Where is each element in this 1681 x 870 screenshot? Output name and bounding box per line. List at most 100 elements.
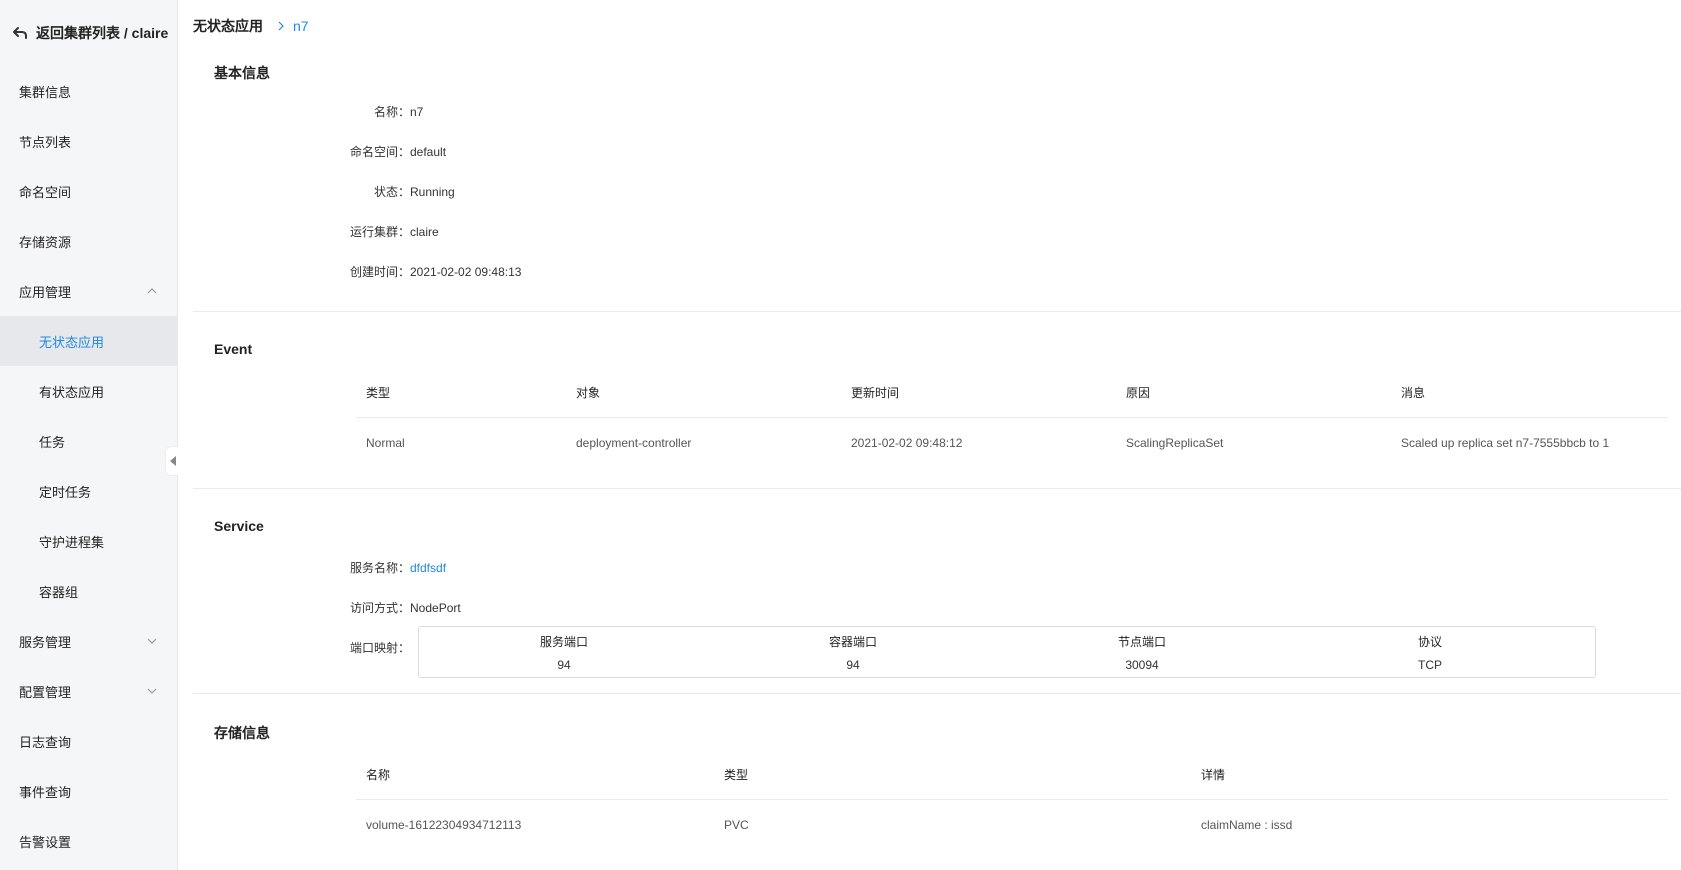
back-to-cluster-list[interactable]: 返回集群列表 / claire <box>0 0 177 66</box>
kv-port-mapping: 端口映射： <box>338 639 410 656</box>
caret-left-icon <box>169 456 176 466</box>
table-row: Normal deployment-controller 2021-02-02 … <box>356 418 1668 468</box>
column-header: 类型 <box>366 386 391 400</box>
sidebar-item-label: 容器组 <box>39 584 79 600</box>
sidebar-item-app-management[interactable]: 应用管理 <box>0 266 177 316</box>
divider <box>193 488 1681 489</box>
kv-status: 状态： Running <box>338 183 455 200</box>
sidebar-item-label: 任务 <box>39 434 66 450</box>
table-cell: PVC <box>724 818 749 832</box>
sidebar-item-label: 事件查询 <box>19 784 72 800</box>
kv-key: 服务名称： <box>349 561 410 575</box>
kv-key: 名称： <box>373 105 410 119</box>
sidebar-item-node-list[interactable]: 节点列表 <box>0 116 177 166</box>
sidebar-item-label: 节点列表 <box>19 134 72 150</box>
back-label: 返回集群列表 / claire <box>36 25 169 41</box>
table-cell: deployment-controller <box>576 436 692 450</box>
sidebar-item-label: 存储资源 <box>19 234 72 250</box>
kv-value: NodePort <box>410 600 461 615</box>
table-header: 名称 类型 详情 <box>356 750 1668 800</box>
port-value: 94 <box>846 658 860 672</box>
breadcrumb-current: n7 <box>293 18 309 34</box>
sidebar: 返回集群列表 / claire 集群信息 节点列表 命名空间 存储资源 应用管理… <box>0 0 178 870</box>
kv-namespace: 命名空间： default <box>338 143 446 160</box>
column-header: 更新时间 <box>851 386 900 400</box>
sidebar-item-deployments[interactable]: 无状态应用 <box>0 316 177 366</box>
sidebar-item-label: 告警设置 <box>19 834 72 850</box>
column-header: 消息 <box>1401 386 1426 400</box>
sidebar-item-pods[interactable]: 容器组 <box>0 566 177 616</box>
port-header: 节点端口 <box>1117 635 1166 649</box>
sidebar-item-label: 集群信息 <box>19 84 72 100</box>
port-value: 94 <box>557 658 571 672</box>
table-cell: Scaled up replica set n7-7555bbcb to 1 <box>1401 436 1610 450</box>
kv-key: 端口映射： <box>349 641 410 655</box>
sidebar-item-label: 日志查询 <box>19 734 72 750</box>
kv-value: claire <box>410 224 439 239</box>
kv-service-name: 服务名称： dfdfsdf <box>338 559 446 576</box>
breadcrumb: 无状态应用 n7 <box>193 16 309 36</box>
kv-value: 2021-02-02 09:48:13 <box>410 264 522 279</box>
sidebar-item-alert-settings[interactable]: 告警设置 <box>0 816 177 866</box>
kv-access-mode: 访问方式： NodePort <box>338 599 461 616</box>
sidebar-item-jobs[interactable]: 任务 <box>0 416 177 466</box>
sidebar-item-label: 应用管理 <box>19 284 72 300</box>
kv-key: 访问方式： <box>349 601 410 615</box>
event-table: 类型 对象 更新时间 原因 消息 Normal deployment-contr… <box>356 368 1668 468</box>
section-title-basic: 基本信息 <box>214 65 270 81</box>
column-header: 名称 <box>366 768 391 782</box>
sidebar-item-service-management[interactable]: 服务管理 <box>0 616 177 666</box>
table-cell: volume-16122304934712113 <box>366 818 522 832</box>
kv-name: 名称： n7 <box>338 103 423 120</box>
column-header: 详情 <box>1201 768 1226 782</box>
chevron-down-icon <box>147 688 157 694</box>
kv-value: Running <box>410 184 455 199</box>
table-row: volume-16122304934712113 PVC claimName :… <box>356 800 1668 850</box>
sidebar-item-label: 命名空间 <box>19 184 72 200</box>
service-name-link[interactable]: dfdfsdf <box>410 561 446 575</box>
breadcrumb-root[interactable]: 无状态应用 <box>193 16 263 36</box>
table-cell: 2021-02-02 09:48:12 <box>851 436 963 450</box>
sidebar-item-event-query[interactable]: 事件查询 <box>0 766 177 816</box>
port-header: 协议 <box>1417 635 1442 649</box>
sidebar-item-log-query[interactable]: 日志查询 <box>0 716 177 766</box>
port-value: 30094 <box>1125 658 1159 672</box>
sidebar-collapse-toggle[interactable] <box>165 446 179 476</box>
sidebar-item-label: 服务管理 <box>19 634 72 650</box>
kv-value: n7 <box>410 104 424 119</box>
section-title-service: Service <box>214 518 264 534</box>
chevron-right-icon <box>278 21 284 31</box>
kv-key: 创建时间： <box>349 265 410 279</box>
sidebar-item-statefulsets[interactable]: 有状态应用 <box>0 366 177 416</box>
sidebar-item-label: 有状态应用 <box>39 384 105 400</box>
chevron-down-icon <box>147 638 157 644</box>
sidebar-item-config-management[interactable]: 配置管理 <box>0 666 177 716</box>
sidebar-item-label: 守护进程集 <box>39 534 105 550</box>
sidebar-item-label: 定时任务 <box>39 484 92 500</box>
sidebar-item-cluster-info[interactable]: 集群信息 <box>0 66 177 116</box>
back-arrow-icon <box>13 27 27 39</box>
kv-created: 创建时间： 2021-02-02 09:48:13 <box>338 263 521 280</box>
table-cell: Normal <box>366 436 405 450</box>
kv-key: 命名空间： <box>349 145 410 159</box>
divider <box>193 311 1681 312</box>
port-header: 容器端口 <box>828 635 877 649</box>
port-mapping-table: 服务端口 容器端口 节点端口 协议 94 94 30094 TCP <box>418 626 1596 678</box>
sidebar-item-namespace[interactable]: 命名空间 <box>0 166 177 216</box>
section-title-storage: 存储信息 <box>214 725 270 741</box>
column-header: 对象 <box>576 386 601 400</box>
kv-key: 运行集群： <box>349 225 410 239</box>
section-title-event: Event <box>214 341 253 357</box>
kv-key: 状态： <box>373 185 410 199</box>
kv-cluster: 运行集群： claire <box>338 223 439 240</box>
sidebar-item-storage[interactable]: 存储资源 <box>0 216 177 266</box>
table-header: 类型 对象 更新时间 原因 消息 <box>356 368 1668 418</box>
sidebar-item-daemonsets[interactable]: 守护进程集 <box>0 516 177 566</box>
sidebar-item-cronjobs[interactable]: 定时任务 <box>0 466 177 516</box>
column-header: 类型 <box>724 768 749 782</box>
storage-table: 名称 类型 详情 volume-16122304934712113 PVC cl… <box>356 750 1668 850</box>
port-value: TCP <box>1418 658 1442 672</box>
port-header: 服务端口 <box>539 635 588 649</box>
chevron-up-icon <box>147 288 157 294</box>
main-content: 无状态应用 n7 基本信息 名称： n7 命名空间： default 状态： Runn… <box>178 0 1681 870</box>
